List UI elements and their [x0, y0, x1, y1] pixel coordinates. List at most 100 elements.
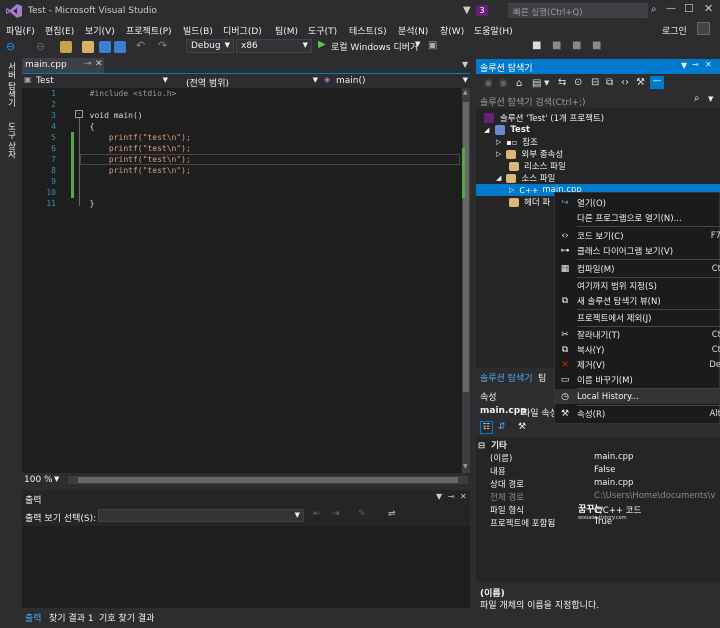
menu-edit[interactable]: 편집(E): [45, 24, 74, 37]
ctx-compile[interactable]: ▦ 컴파일(M) Ct: [555, 261, 720, 276]
editor-tab[interactable]: main.cpp ⊸ ✕: [22, 58, 104, 73]
menu-analyze[interactable]: 분석(N): [398, 24, 428, 37]
server-explorer-tab[interactable]: 서버 탐색기: [3, 62, 17, 116]
view-code-icon[interactable]: ‹›: [621, 77, 629, 88]
minimize-button[interactable]: —: [666, 3, 676, 14]
nav-member-dropdown[interactable]: ◈ main() ▼: [322, 74, 470, 88]
tab-overflow-icon[interactable]: ▼: [462, 60, 468, 69]
bookmark-next-icon[interactable]: ■: [572, 40, 581, 51]
nav-scope-dropdown[interactable]: (전역 범위) ▼: [174, 74, 320, 89]
ctx-exclude[interactable]: 프로젝트에서 제외(J): [555, 310, 720, 325]
forward-icon[interactable]: ◉: [499, 78, 508, 89]
filter-icon[interactable]: ▼: [463, 5, 471, 16]
tab-team-explorer[interactable]: 팀: [538, 371, 546, 384]
expanded-icon[interactable]: ◢: [484, 126, 489, 134]
menu-test[interactable]: 테스트(S): [349, 24, 387, 37]
panel-menu-icon[interactable]: ▼: [436, 492, 442, 501]
close-panel-icon[interactable]: ✕: [460, 492, 467, 501]
output-next-icon[interactable]: ⇥: [332, 509, 340, 519]
toolbox-tab[interactable]: 도구 상자: [3, 122, 17, 176]
tree-references[interactable]: ▷ ▪▫ 참조: [496, 136, 538, 149]
menu-build[interactable]: 빌드(B): [183, 24, 213, 37]
menu-help[interactable]: 도움말(H): [474, 24, 513, 37]
ctx-scope-to-this[interactable]: 여기까지 범위 지정(S): [555, 278, 720, 293]
tree-project[interactable]: ◢ Test: [484, 124, 530, 136]
notification-badge[interactable]: 3: [476, 5, 488, 16]
undo-icon[interactable]: ↶: [136, 39, 145, 52]
toolbar-tool-icon[interactable]: ▣: [428, 40, 437, 51]
menu-file[interactable]: 파일(F): [6, 24, 35, 37]
back-icon[interactable]: ◉: [484, 78, 493, 89]
editor-vscrollbar[interactable]: ▲ ▼: [462, 88, 470, 473]
ctx-new-explorer-view[interactable]: ⧉ 새 솔루션 탐색기 뷰(N): [555, 293, 720, 308]
prop-row-name[interactable]: (이름) main.cpp: [484, 452, 720, 465]
search-icon[interactable]: ⌕: [651, 4, 657, 15]
output-tab-output[interactable]: 출력: [25, 611, 42, 624]
ctx-local-history[interactable]: ◷ Local History...: [555, 389, 720, 404]
menu-tools[interactable]: 도구(T): [308, 24, 337, 37]
expanded-icon[interactable]: ◢: [496, 174, 501, 182]
tree-source-files[interactable]: ◢ 소스 파일: [496, 172, 555, 184]
panel-menu-icon[interactable]: ▼: [681, 61, 687, 70]
scroll-thumb[interactable]: [463, 102, 469, 392]
redo-icon[interactable]: ↷: [158, 39, 167, 52]
ctx-class-diagram[interactable]: ⊶ 클래스 다이어그램 보기(V): [555, 243, 720, 258]
prop-row-content[interactable]: 내용 False: [484, 465, 720, 478]
menu-window[interactable]: 창(W): [440, 24, 464, 37]
show-all-files-icon[interactable]: ⧉: [606, 77, 613, 88]
ctx-properties[interactable]: ⚒ 속성(R) Alt: [555, 406, 720, 421]
quick-launch-input[interactable]: 빠른 실행(Ctrl+Q): [508, 3, 648, 18]
nav-project-dropdown[interactable]: ▣ Test ▼: [22, 74, 170, 88]
chevron-down-icon[interactable]: ▼: [708, 95, 713, 103]
editor-hscrollbar[interactable]: [68, 476, 468, 484]
ctx-cut[interactable]: ✂ 잘라내기(T) Ct: [555, 327, 720, 342]
home-icon[interactable]: ⌂: [516, 78, 522, 89]
login-link[interactable]: 로그인: [662, 24, 687, 37]
ctx-copy[interactable]: ⧉ 복사(Y) Ct: [555, 342, 720, 357]
chevron-down-icon[interactable]: ▼: [54, 475, 59, 483]
scroll-up-icon[interactable]: ▲: [463, 89, 468, 96]
save-icon[interactable]: [99, 41, 111, 53]
ctx-open-with[interactable]: 다른 프로그램으로 열기(N)...: [555, 210, 720, 225]
ctx-open[interactable]: ↪ 열기(O): [555, 195, 720, 210]
hscroll-thumb[interactable]: [78, 477, 458, 483]
pin-icon[interactable]: ⊸: [448, 492, 455, 501]
properties-category[interactable]: ⊟ 기타: [478, 439, 507, 451]
bookmark-clear-icon[interactable]: ■: [592, 40, 601, 51]
prop-row-relative-path[interactable]: 상대 경로 main.cpp: [484, 478, 720, 491]
collapsed-icon[interactable]: ▷: [496, 138, 501, 146]
back-icon[interactable]: ⊖: [6, 40, 15, 53]
menu-view[interactable]: 보기(V): [85, 24, 115, 37]
chevron-down-icon[interactable]: ▼: [544, 79, 549, 87]
config-dropdown[interactable]: Debug ▼: [186, 39, 234, 53]
collapse-all-icon[interactable]: ⊟: [591, 77, 599, 88]
close-button[interactable]: ✕: [704, 2, 713, 15]
bookmark-prev-icon[interactable]: ■: [552, 40, 561, 51]
tree-solution[interactable]: 솔루션 'Test' (1개 프로젝트): [484, 112, 604, 124]
search-icon[interactable]: ⌕: [694, 93, 700, 104]
ctx-remove[interactable]: ✕ 제거(V) De: [555, 357, 720, 372]
output-source-dropdown[interactable]: ▼: [98, 509, 304, 522]
close-panel-icon[interactable]: ✕: [705, 60, 712, 69]
output-tab-find-results[interactable]: 찾기 결과 1: [49, 611, 94, 624]
bookmark-icon[interactable]: ■: [532, 40, 541, 51]
maximize-button[interactable]: ☐: [684, 2, 694, 15]
output-tab-find-symbol[interactable]: 기호 찾기 결과: [99, 611, 154, 624]
platform-dropdown[interactable]: x86 ▼: [236, 39, 312, 53]
tab-solution-explorer[interactable]: 솔루션 탐색기: [480, 371, 533, 384]
property-pages-icon[interactable]: ⚒: [518, 422, 526, 432]
code-editor[interactable]: 1 2 3 4 5 6 7 8 9 10 11 - #include <stdi…: [22, 88, 462, 473]
pin-icon[interactable]: ⊸: [84, 59, 92, 69]
pending-changes-icon[interactable]: ⊙: [574, 77, 582, 88]
menu-project[interactable]: 프로젝트(P): [126, 24, 172, 37]
output-clear-icon[interactable]: ✎: [358, 509, 366, 519]
ctx-view-code[interactable]: ‹› 코드 보기(C) F7: [555, 228, 720, 243]
output-content[interactable]: [22, 526, 470, 608]
tree-header-files[interactable]: 헤더 파: [509, 196, 550, 208]
menu-team[interactable]: 팀(M): [275, 24, 298, 37]
word-wrap-icon[interactable]: ⇌: [388, 509, 396, 519]
properties-icon[interactable]: ⚒: [636, 77, 645, 88]
ctx-rename[interactable]: ▭ 이름 바꾸기(M): [555, 372, 720, 387]
tree-external-deps[interactable]: ▷ 외부 종속성: [496, 148, 563, 160]
close-tab-icon[interactable]: ✕: [95, 59, 103, 69]
